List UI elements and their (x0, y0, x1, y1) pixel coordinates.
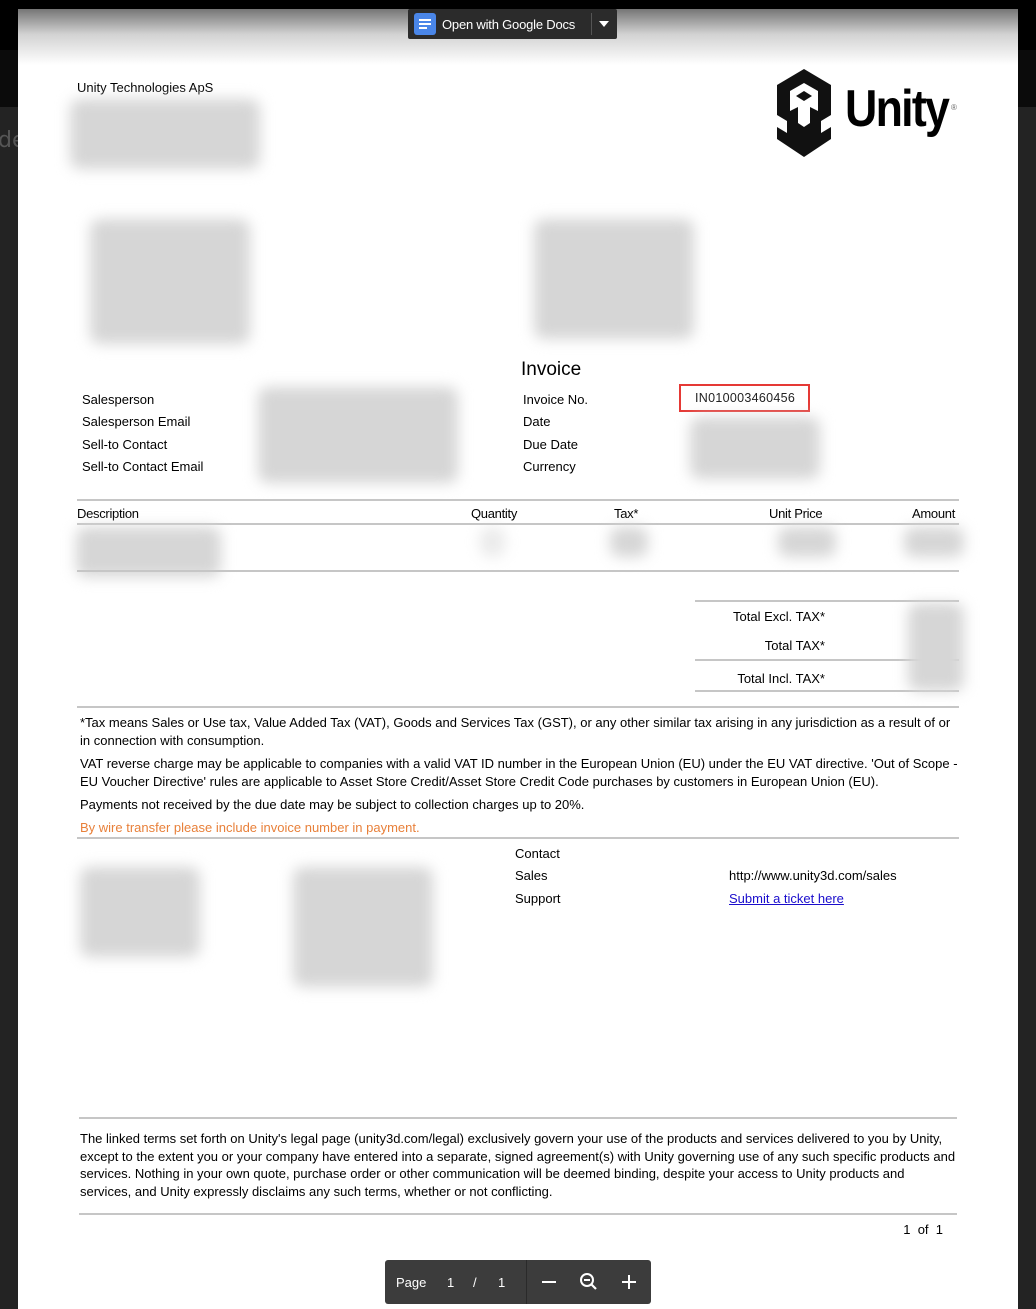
col-header-unit-price: Unit Price (769, 506, 823, 521)
notes-bottom-rule (77, 837, 959, 839)
contact-heading: Contact (515, 846, 560, 861)
redacted-totals (908, 603, 964, 691)
redacted-ship-to-address (534, 219, 694, 339)
magnifier-icon (580, 1273, 597, 1290)
col-header-quantity: Quantity (471, 506, 518, 521)
col-header-tax: Tax* (614, 506, 639, 521)
wire-transfer-note: By wire transfer please include invoice … (80, 820, 420, 835)
redacted-quantity (480, 527, 505, 557)
open-with-google-docs-button[interactable]: Open with Google Docs (408, 9, 617, 39)
page-separator: / (473, 1275, 477, 1290)
field-label-due-date: Due Date (523, 437, 578, 452)
notes-top-rule (77, 706, 959, 708)
field-label-invoice-no: Invoice No. (523, 392, 589, 407)
total-pages: 1 (498, 1275, 506, 1290)
table-bottom-rule (77, 570, 959, 572)
open-with-divider (591, 13, 592, 35)
document-page: Unity Technologies ApS Unity ® Invoice S… (18, 9, 1018, 1309)
invoice-number-value: IN010003460456 (695, 391, 796, 405)
legal-bottom-rule (79, 1213, 957, 1215)
plus-icon (622, 1275, 636, 1289)
col-header-description: Description (77, 506, 139, 521)
redacted-unit-price (778, 527, 836, 557)
open-with-label: Open with Google Docs (442, 16, 576, 32)
total-excl-tax-label: Total Excl. TAX* (733, 609, 825, 624)
legal-terms: The linked terms set forth on Unity's le… (80, 1131, 956, 1199)
totals-top-rule (695, 600, 959, 602)
redacted-bank-values (293, 867, 433, 987)
google-docs-icon (414, 13, 436, 35)
page-number-footer: 1 of 1 (903, 1222, 943, 1237)
contact-support-label: Support (515, 891, 561, 906)
field-label-salesperson: Salesperson (82, 392, 155, 407)
table-top-rule (77, 499, 959, 501)
registered-mark: ® (951, 103, 957, 112)
redacted-amount (904, 527, 964, 557)
redacted-tax (610, 527, 648, 557)
unity-logo: Unity ® (773, 67, 963, 162)
unity-cube-icon (777, 69, 831, 157)
page-controls: Page 1 / 1 (385, 1260, 651, 1304)
tax-definition-note: *Tax means Sales or Use tax, Value Added… (80, 715, 951, 748)
chevron-down-icon[interactable] (599, 21, 609, 27)
redacted-date-values (690, 417, 820, 479)
field-label-date: Date (523, 414, 551, 429)
page-label: Page (396, 1275, 427, 1290)
table-header-rule (77, 523, 959, 525)
redacted-bank-labels (80, 867, 200, 957)
seller-name: Unity Technologies ApS (77, 80, 214, 95)
col-header-amount: Amount (912, 506, 956, 521)
redacted-bill-to-address (90, 219, 250, 344)
invoice-title: Invoice (521, 359, 582, 380)
field-label-salesperson-email: Salesperson Email (82, 414, 191, 429)
field-label-sell-to-contact: Sell-to Contact (82, 437, 168, 452)
submit-ticket-link[interactable]: Submit a ticket here (729, 891, 844, 906)
zoom-reset-button[interactable] (575, 1268, 603, 1296)
contact-sales-label: Sales (515, 868, 548, 883)
zoom-in-button[interactable] (615, 1268, 643, 1296)
redacted-salesperson-values (258, 387, 458, 483)
total-incl-tax-label: Total Incl. TAX* (737, 671, 825, 686)
redacted-seller-address (70, 99, 260, 169)
late-payment-note: Payments not received by the due date ma… (80, 797, 585, 812)
contact-sales-url: http://www.unity3d.com/sales (729, 868, 897, 883)
legal-top-rule (79, 1117, 957, 1119)
pager-divider (526, 1260, 527, 1304)
total-tax-label: Total TAX* (764, 638, 825, 653)
field-label-sell-to-contact-email: Sell-to Contact Email (82, 459, 204, 474)
current-page-input[interactable]: 1 (447, 1275, 454, 1290)
vat-reverse-note: VAT reverse charge may be applicable to … (80, 756, 958, 789)
minus-icon (542, 1281, 556, 1283)
field-label-currency: Currency (523, 459, 576, 474)
zoom-out-button[interactable] (535, 1268, 563, 1296)
logo-wordmark: Unity (845, 80, 950, 138)
